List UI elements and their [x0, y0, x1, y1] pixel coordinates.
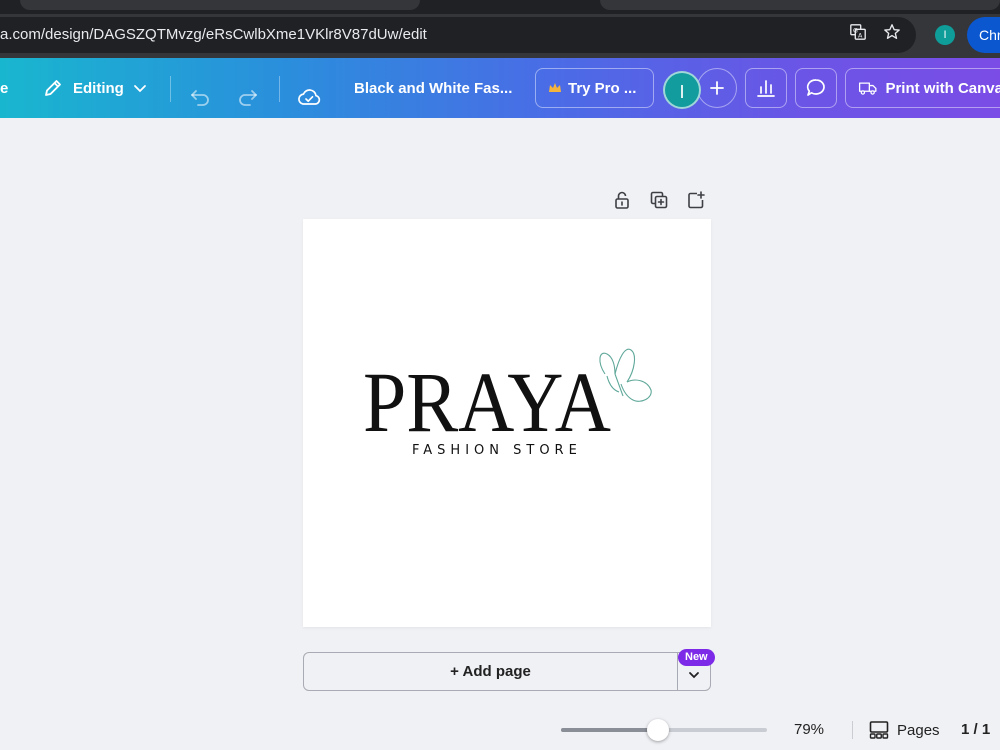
print-label: Print with Canva: [885, 79, 1000, 97]
editing-mode-button[interactable]: Editing: [42, 68, 148, 108]
zoom-slider-handle[interactable]: [646, 719, 669, 741]
add-page-icon[interactable]: [686, 190, 706, 210]
translate-icon[interactable]: G A: [849, 23, 867, 41]
new-badge: New: [678, 649, 715, 666]
browser-tab[interactable]: [20, 0, 420, 10]
footer-divider: [852, 721, 853, 739]
plus-icon: [710, 81, 724, 95]
pencil-icon: [45, 80, 61, 96]
chevron-down-icon: [689, 671, 699, 678]
pages-grid-icon: [869, 721, 889, 739]
browser-tab[interactable]: [600, 0, 1000, 10]
url-text: a.com/design/DAGSZQTMvzg/eRsCwlbXme1VKlr…: [0, 26, 427, 43]
address-bar[interactable]: a.com/design/DAGSZQTMvzg/eRsCwlbXme1VKlr…: [0, 17, 916, 53]
file-menu-label: e: [0, 79, 9, 97]
comment-icon: [806, 79, 825, 96]
chrome-profile-button[interactable]: Chro: [967, 17, 1000, 53]
insights-button[interactable]: [745, 68, 787, 108]
unlock-icon[interactable]: [612, 190, 632, 210]
try-pro-button[interactable]: Try Pro ...: [535, 68, 654, 108]
logo-wordmark[interactable]: PRAYA: [363, 359, 613, 434]
zoom-slider-fill: [561, 728, 658, 732]
pages-button[interactable]: Pages: [869, 719, 940, 741]
header-divider: [279, 76, 280, 102]
editor-header: e Editing Black and White Fas... Try Pro…: [0, 58, 1000, 118]
file-menu-partial[interactable]: e: [0, 68, 8, 108]
pages-label: Pages: [897, 721, 940, 739]
print-with-canva-button[interactable]: Print with Canva: [845, 68, 1000, 108]
header-divider: [170, 76, 171, 102]
add-page-button[interactable]: + Add page: [303, 652, 678, 691]
try-pro-label: Try Pro ...: [568, 79, 637, 97]
svg-text:A: A: [858, 32, 863, 39]
redo-icon[interactable]: [236, 77, 260, 117]
logo-text: PRAYA: [363, 359, 611, 434]
cloud-saved-icon[interactable]: [297, 77, 321, 117]
undo-icon[interactable]: [188, 77, 212, 117]
browser-tabstrip: [0, 0, 1000, 14]
delivery-truck-icon: [858, 82, 877, 95]
bar-chart-icon: [757, 80, 775, 97]
butterfly-icon: [599, 348, 652, 402]
page-count: 1 / 1: [961, 721, 991, 738]
document-title-text: Black and White Fas...: [354, 79, 513, 97]
editing-label: Editing: [73, 79, 124, 97]
logo-subtitle[interactable]: FASHION STORE: [412, 443, 582, 458]
crown-icon: [549, 83, 561, 92]
add-page-label: + Add page: [450, 663, 531, 680]
duplicate-page-icon[interactable]: [649, 190, 669, 210]
user-avatar[interactable]: I: [663, 71, 701, 109]
add-collaborator-button[interactable]: [697, 68, 737, 108]
profile-avatar[interactable]: I: [935, 25, 955, 45]
document-title[interactable]: Black and White Fas...: [354, 68, 512, 108]
comments-button[interactable]: [795, 68, 837, 108]
design-canvas[interactable]: PRAYA FASHION STORE: [303, 219, 711, 627]
chevron-down-icon: [133, 85, 146, 93]
browser-toolbar: a.com/design/DAGSZQTMvzg/eRsCwlbXme1VKlr…: [0, 14, 1000, 58]
zoom-level[interactable]: 79%: [794, 721, 824, 738]
bookmark-star-icon[interactable]: [883, 23, 901, 41]
